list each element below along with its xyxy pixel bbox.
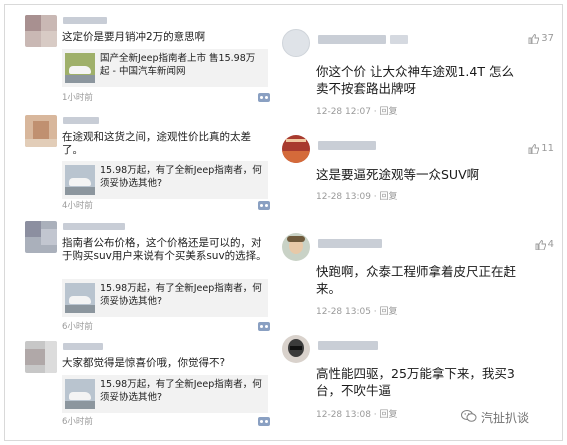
post-text: 这定价是要月销冲2万的意思啊 xyxy=(62,31,206,43)
post-time: 6小时前 xyxy=(62,322,93,332)
username-blurred xyxy=(390,35,408,44)
username-blurred[interactable] xyxy=(318,35,386,44)
comment-time: 12-28 13:09 · 回复 xyxy=(316,192,398,202)
username-blurred[interactable] xyxy=(63,343,103,350)
more-icon[interactable] xyxy=(258,417,270,426)
username-blurred[interactable] xyxy=(318,239,382,248)
thumbs-up-icon xyxy=(535,239,546,250)
avatar[interactable] xyxy=(282,233,310,261)
watermark: 汽扯扒谈 xyxy=(461,409,529,426)
feed-post[interactable]: 这定价是要月销冲2万的意思啊 国产全新Jeep指南者上市 售15.98万起 - … xyxy=(13,13,275,105)
avatar[interactable] xyxy=(25,15,57,47)
avatar[interactable] xyxy=(282,135,310,163)
link-card-title: 15.98万起，有了全新Jeep指南者，何须妥协选其他? xyxy=(100,379,262,403)
post-time: 4小时前 xyxy=(62,201,93,211)
feed-post[interactable]: 在途观和这货之间，途观性价比真的太差了。 15.98万起，有了全新Jeep指南者… xyxy=(13,113,275,213)
thumbs-up-icon xyxy=(528,143,540,154)
comment[interactable]: 37 你这个价 让大众神车途观1.4T 怎么卖不按套路出牌呀 12-28 12:… xyxy=(278,27,564,123)
link-card[interactable]: 国产全新Jeep指南者上市 售15.98万起 - 中国汽车新闻网 xyxy=(62,49,268,87)
more-icon[interactable] xyxy=(258,322,270,331)
like-count: 37 xyxy=(541,33,554,44)
post-text: 在途观和这货之间，途观性价比真的太差了。 xyxy=(62,131,251,156)
comment[interactable]: 11 这是要逼死途观等一众SUV啊 12-28 13:09 · 回复 xyxy=(278,133,564,203)
feed-post[interactable]: 大家都觉得是惊喜价哦，你觉得不? 15.98万起，有了全新Jeep指南者，何须妥… xyxy=(13,339,275,433)
thumbs-up-icon xyxy=(528,33,540,44)
like-button[interactable]: 37 xyxy=(528,33,554,44)
left-feed: 这定价是要月销冲2万的意思啊 国产全新Jeep指南者上市 售15.98万起 - … xyxy=(13,5,275,440)
link-card[interactable]: 15.98万起，有了全新Jeep指南者，何须妥协选其他? xyxy=(62,161,268,199)
like-button[interactable]: 11 xyxy=(528,143,554,154)
more-icon[interactable] xyxy=(258,201,270,210)
comment-text: 快跑啊，众泰工程师拿着皮尺正在赶来。 xyxy=(316,264,517,296)
like-count: 11 xyxy=(541,143,554,154)
right-comments: 37 你这个价 让大众神车途观1.4T 怎么卖不按套路出牌呀 12-28 12:… xyxy=(278,5,564,440)
link-card-title: 国产全新Jeep指南者上市 售15.98万起 - 中国汽车新闻网 xyxy=(100,53,256,77)
avatar[interactable] xyxy=(282,29,310,57)
comment-text: 你这个价 让大众神车途观1.4T 怎么卖不按套路出牌呀 xyxy=(316,64,514,96)
avatar[interactable] xyxy=(25,115,57,147)
screenshot-frame: 这定价是要月销冲2万的意思啊 国产全新Jeep指南者上市 售15.98万起 - … xyxy=(4,4,563,441)
link-card-thumbnail xyxy=(65,379,95,409)
username-blurred[interactable] xyxy=(63,223,125,230)
more-icon[interactable] xyxy=(258,93,270,102)
link-card[interactable]: 15.98万起，有了全新Jeep指南者，何须妥协选其他? xyxy=(62,279,268,317)
avatar[interactable] xyxy=(25,221,57,253)
like-button[interactable]: 4 xyxy=(535,239,554,250)
avatar[interactable] xyxy=(282,335,310,363)
watermark-text: 汽扯扒谈 xyxy=(481,411,530,425)
link-card-title: 15.98万起，有了全新Jeep指南者，何须妥协选其他? xyxy=(100,283,262,307)
username-blurred[interactable] xyxy=(318,341,378,350)
username-blurred[interactable] xyxy=(63,117,99,124)
comment-time: 12-28 13:08 · 回复 xyxy=(316,410,398,420)
comment[interactable]: 4 快跑啊，众泰工程师拿着皮尺正在赶来。 12-28 13:05 · 回复 xyxy=(278,231,564,321)
post-time: 1小时前 xyxy=(62,93,93,103)
link-card-thumbnail xyxy=(65,283,95,313)
username-blurred[interactable] xyxy=(318,141,376,150)
wechat-icon xyxy=(461,409,477,426)
feed-post[interactable]: 指南者公布价格，这个价格还是可以的，对于购买suv用户来说有个买美系suv的选择… xyxy=(13,219,275,333)
post-time: 6小时前 xyxy=(62,417,93,427)
link-card-thumbnail xyxy=(65,165,95,195)
post-text: 指南者公布价格，这个价格还是可以的，对于购买suv用户来说有个买美系suv的选择… xyxy=(62,237,267,262)
comment-text: 高性能四驱，25万能拿下来，我买3台，不吹牛逼 xyxy=(316,366,515,398)
like-count: 4 xyxy=(547,239,554,250)
comment-time: 12-28 13:05 · 回复 xyxy=(316,307,398,317)
link-card-thumbnail xyxy=(65,53,95,83)
post-text: 大家都觉得是惊喜价哦，你觉得不? xyxy=(62,357,226,369)
avatar[interactable] xyxy=(25,341,57,373)
username-blurred[interactable] xyxy=(63,17,107,24)
comment-text: 这是要逼死途观等一众SUV啊 xyxy=(316,167,480,182)
comment-time: 12-28 12:07 · 回复 xyxy=(316,107,398,117)
link-card-title: 15.98万起，有了全新Jeep指南者，何须妥协选其他? xyxy=(100,165,262,189)
link-card[interactable]: 15.98万起，有了全新Jeep指南者，何须妥协选其他? xyxy=(62,375,268,413)
